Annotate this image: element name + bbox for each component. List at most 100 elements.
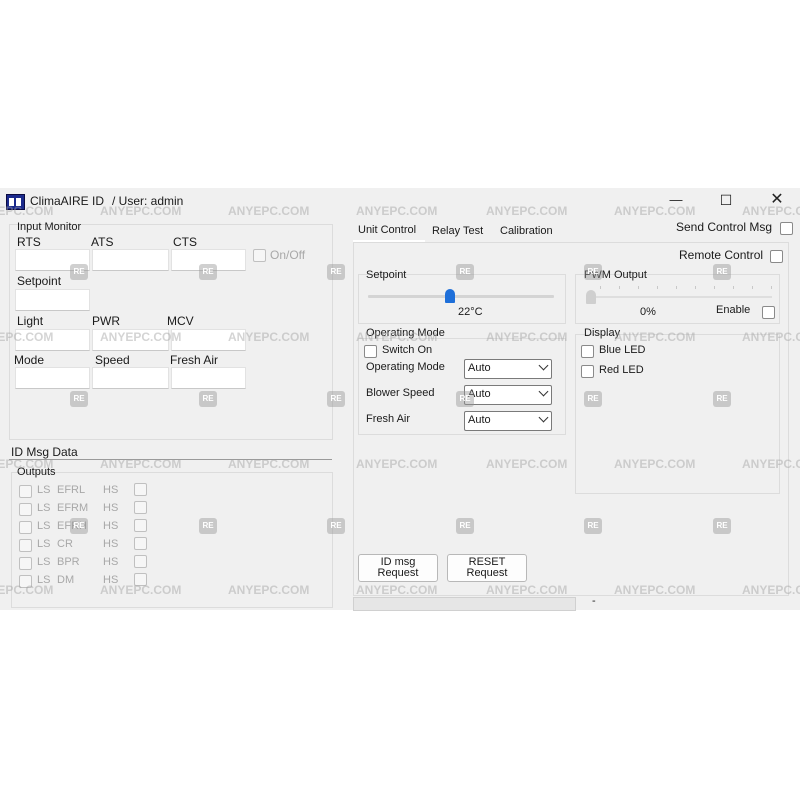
reset-request-button[interactable]: RESET Request [447,554,527,582]
display-group [575,334,780,494]
operating-mode-title: Operating Mode [366,327,445,339]
fresh-air-select[interactable]: Auto [464,411,552,431]
id-msg-request-button[interactable]: ID msg Request [358,554,438,582]
output-name-label: EFRH [57,520,87,532]
mode-field [15,367,90,389]
output-ls-label: LS [37,520,51,532]
pwm-value: 0% [640,306,656,318]
output-ls-checkbox[interactable] [19,503,32,516]
pwr-label: PWR [92,314,120,328]
cts-field [171,249,246,271]
output-hs-checkbox[interactable] [134,537,147,550]
progress-bar [353,597,576,611]
pwm-tick [638,286,639,289]
setpoint-value: 22°C [458,306,483,318]
on-off-checkbox[interactable] [253,249,266,262]
output-ls-label: LS [37,484,51,496]
cts-label: CTS [173,235,197,249]
operating-mode-select[interactable]: Auto [464,359,552,379]
pwm-title: PWM Output [584,269,647,281]
remote-control-checkbox[interactable] [770,250,783,263]
output-hs-label: HS [103,484,119,496]
output-hs-checkbox[interactable] [134,555,147,568]
output-ls-label: LS [37,538,51,550]
pwm-tick [771,286,772,289]
input-monitor-title: Input Monitor [17,221,82,233]
fresh-air-monitor-field [171,367,246,389]
send-control-msg-label: Send Control Msg [676,220,773,234]
pwm-tick [695,286,696,289]
speed-field [92,367,169,389]
blower-speed-value: Auto [468,388,491,400]
tab-unit-control[interactable]: Unit Control [358,224,416,236]
setpoint-title: Setpoint [366,269,407,281]
setpoint-monitor-label: Setpoint [17,274,62,288]
output-hs-label: HS [103,502,119,514]
output-name-label: BPR [57,556,80,568]
id-msg-title: ID Msg Data [11,445,78,459]
operating-mode-label: Operating Mode [366,361,445,373]
output-hs-checkbox[interactable] [134,519,147,532]
output-ls-checkbox[interactable] [19,557,32,570]
pwm-tick [714,286,715,289]
setpoint-slider-thumb[interactable] [444,289,455,303]
outputs-title: Outputs [17,466,56,478]
remote-control-label: Remote Control [679,248,764,262]
mode-label: Mode [14,353,45,367]
id-msg-request-label: ID msg Request [377,556,419,579]
pwm-slider-thumb[interactable] [586,290,596,304]
fresh-air-value: Auto [468,414,491,426]
app-window: ClimaAIRE ID / User: admin — ☐ ✕ Input M… [0,188,800,611]
light-field [15,329,90,351]
output-ls-checkbox[interactable] [19,539,32,552]
blower-speed-select[interactable]: Auto [464,385,552,405]
mcv-label: MCV [167,314,194,328]
output-hs-checkbox[interactable] [134,483,147,496]
output-hs-label: HS [103,538,119,550]
output-hs-label: HS [103,520,119,532]
light-label: Light [17,314,44,328]
send-control-msg-checkbox[interactable] [780,222,793,235]
switch-on-label: Switch On [382,344,433,356]
red-led-label: Red LED [599,364,644,376]
minimize-button[interactable]: — [663,190,689,210]
output-ls-label: LS [37,556,51,568]
output-hs-checkbox[interactable] [134,501,147,514]
maximize-button[interactable]: ☐ [713,190,739,210]
close-button[interactable]: ✕ [764,190,790,210]
status-text: - [592,595,596,607]
output-hs-checkbox[interactable] [134,573,147,586]
blower-speed-label: Blower Speed [366,387,435,399]
output-ls-checkbox[interactable] [19,521,32,534]
window-title: ClimaAIRE ID [30,194,105,208]
blue-led-checkbox[interactable] [581,345,594,358]
pwm-tick [752,286,753,289]
pwr-field [92,329,169,351]
pwm-enable-checkbox[interactable] [762,306,775,319]
setpoint-slider-track[interactable] [368,295,554,298]
output-ls-checkbox[interactable] [19,575,32,588]
tab-calibration[interactable]: Calibration [500,225,553,237]
tab-relay-test[interactable]: Relay Test [432,225,483,237]
pwm-slider-track[interactable] [586,296,772,298]
output-hs-label: HS [103,574,119,586]
id-msg-divider [9,459,332,460]
pwm-group [575,274,780,324]
output-name-label: EFRM [57,502,89,514]
fresh-air-monitor-label: Fresh Air [170,353,219,367]
output-name-label: CR [57,538,73,550]
chevron-down-icon [538,412,549,423]
mcv-field [171,329,246,351]
output-name-label: EFRL [57,484,86,496]
chevron-down-icon [538,360,549,371]
output-ls-checkbox[interactable] [19,485,32,498]
rts-field [15,249,90,271]
red-led-checkbox[interactable] [581,365,594,378]
reset-request-label: RESET Request [466,556,508,579]
output-ls-label: LS [37,574,51,586]
pwm-tick [600,286,601,289]
switch-on-checkbox[interactable] [364,345,377,358]
chevron-down-icon [538,386,549,397]
pwm-tick [733,286,734,289]
pwm-tick [619,286,620,289]
